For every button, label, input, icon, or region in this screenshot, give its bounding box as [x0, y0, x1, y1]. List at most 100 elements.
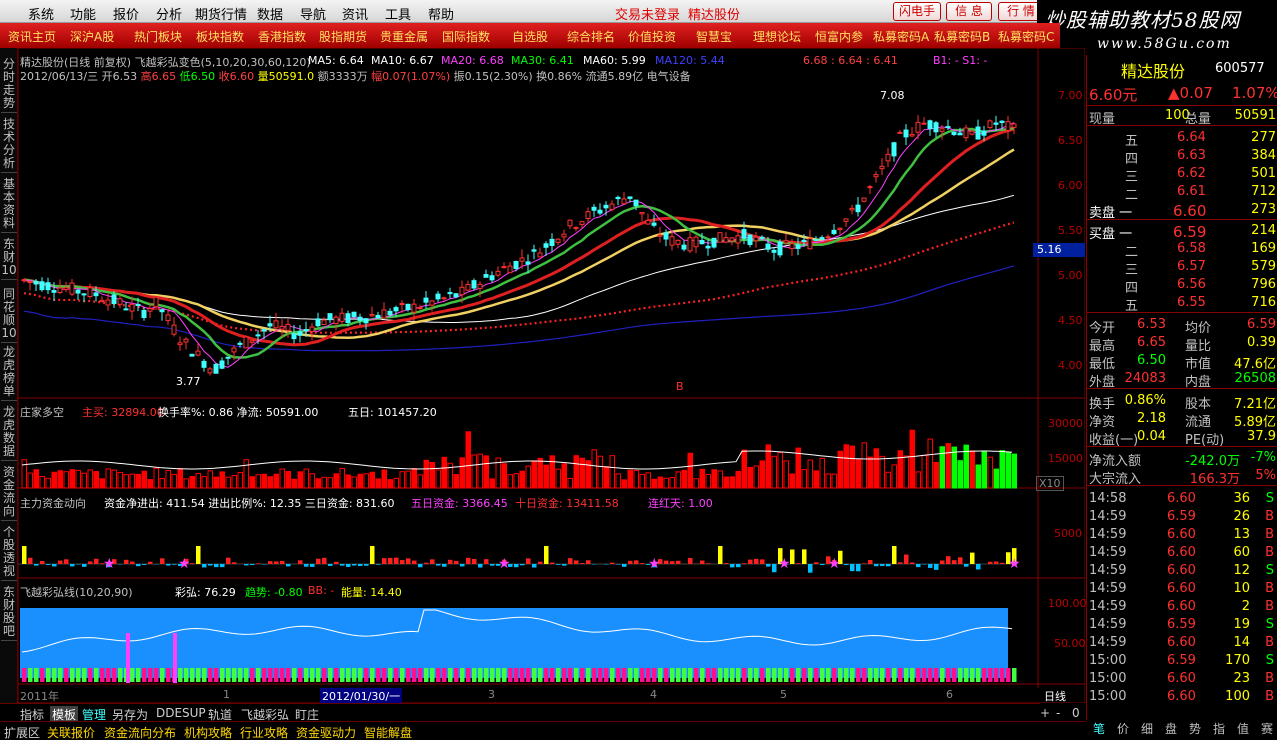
quote-tab[interactable]: 细 [1141, 720, 1153, 737]
tab-stock-view[interactable]: 个股透视 [1, 524, 17, 581]
nav-item[interactable]: 恒富内参 [815, 28, 863, 45]
flow-bar [58, 560, 63, 564]
tab-timeshare[interactable]: 分时走势 [1, 56, 17, 113]
volume-bar [417, 474, 423, 489]
buy-price: 6.58 [1177, 241, 1206, 256]
menu-item-futures[interactable]: 期货行情 [195, 4, 247, 23]
nav-item[interactable]: 私募密码A [873, 28, 929, 45]
zoom-in-button[interactable]: + [1040, 706, 1050, 720]
period-label[interactable]: 日线 [1044, 688, 1066, 704]
nav-item[interactable]: 贵重金属 [380, 28, 428, 45]
zoom-out-button[interactable]: - [1056, 706, 1060, 720]
nav-item[interactable]: 国际指数 [442, 28, 490, 45]
volume-bar [633, 469, 639, 489]
candle-body [879, 165, 885, 170]
candle-body [537, 252, 543, 258]
nav-item[interactable]: 私募密码B [934, 28, 990, 45]
tab-longhu[interactable]: 龙虎榜单 [1, 344, 17, 401]
energy-bar [688, 668, 693, 682]
quote-tab[interactable]: 值 [1237, 720, 1249, 737]
kline-chart-area[interactable]: ★ ★ ★ ★ ★ ★ ★ 精达股份(日线 前复权) 飞越彩弘变色(5,10,20,30,6… [18, 48, 1087, 704]
energy-bar [454, 668, 459, 682]
ext-tab[interactable]: 扩展区 [4, 724, 40, 740]
volume-bar [45, 477, 51, 489]
energy-bar [430, 668, 435, 682]
candle-body [651, 222, 657, 226]
ext-tab[interactable]: 资金流向分布 [104, 724, 176, 740]
nav-item[interactable]: 智慧宝 [696, 28, 732, 45]
flow-bar [250, 564, 255, 566]
tab-forum[interactable]: 东财股吧 [1, 584, 17, 641]
flow-bar [214, 564, 219, 568]
nav-item[interactable]: 综合排名 [567, 28, 615, 45]
volume-bar [645, 472, 651, 489]
info-low: 低6.50 [179, 70, 216, 83]
candle-body [357, 316, 363, 321]
menu-item-analysis[interactable]: 分析 [156, 4, 182, 23]
ext-tab[interactable]: 机构攻略 [184, 724, 232, 740]
ext-tab[interactable]: 资金驱动力 [296, 724, 356, 740]
info-button[interactable]: 信 息 [946, 2, 992, 21]
nav-item[interactable]: 板块指数 [196, 28, 244, 45]
energy-bar [526, 668, 531, 682]
ext-tab[interactable]: 关联报价 [47, 724, 95, 740]
nav-item[interactable]: 股指期货 [319, 28, 367, 45]
menu-item-data[interactable]: 数据 [257, 4, 283, 23]
candle-body [723, 237, 729, 243]
energy-bar [976, 668, 981, 682]
volume-bar [711, 469, 717, 489]
nav-item[interactable]: 理想论坛 [753, 28, 801, 45]
tab-fund-flow[interactable]: 资金流向 [1, 464, 17, 521]
tick-volume: 170 [1225, 653, 1250, 668]
nav-item[interactable]: 热门板块 [134, 28, 182, 45]
nav-item[interactable]: 私募密码C [998, 28, 1054, 45]
volume-bar [651, 478, 657, 489]
btn-sup[interactable]: SUP [182, 706, 206, 720]
zoom-reset-button[interactable]: 0 [1072, 706, 1080, 720]
quote-tab[interactable]: 盘 [1165, 720, 1177, 737]
menu-item-system[interactable]: 系统 [28, 4, 54, 23]
quote-tab[interactable]: 赛 [1261, 720, 1273, 737]
quote-tab[interactable]: 指 [1213, 720, 1225, 737]
menu-item-help[interactable]: 帮助 [428, 4, 454, 23]
quote-tab[interactable]: 势 [1189, 720, 1201, 737]
menu-item-tools[interactable]: 工具 [385, 4, 411, 23]
nav-item[interactable]: 自选股 [512, 28, 548, 45]
sell-level: 四 [1125, 152, 1139, 167]
energy-bar [52, 668, 57, 682]
energy-bar [580, 668, 585, 682]
ma60-label: MA60: 5.99 [583, 54, 646, 67]
flow-bar [40, 561, 45, 564]
tab-fundamental[interactable]: 基本资料 [1, 176, 17, 233]
tab-ths[interactable]: 同花顺10 [1, 286, 17, 343]
flow-bar [610, 562, 615, 564]
quote-tab[interactable]: 价 [1117, 720, 1129, 737]
y-tick: 5.00 [1058, 269, 1083, 282]
nav-item[interactable]: 资讯主页 [8, 28, 56, 45]
quote-tab[interactable]: 笔 [1093, 720, 1105, 737]
energy-bar [862, 668, 867, 682]
candle-body [891, 142, 897, 157]
ext-tab[interactable]: 行业攻略 [240, 724, 288, 740]
nav-item[interactable]: 价值投资 [628, 28, 676, 45]
tick-side: S [1265, 563, 1274, 578]
tab-technical[interactable]: 技术分析 [1, 116, 17, 173]
flow-bar [724, 563, 729, 564]
flow-bar [760, 559, 765, 564]
flash-trade-button[interactable]: 闪电手 [893, 2, 941, 21]
menu-item-function[interactable]: 功能 [70, 4, 96, 23]
panel2-x10[interactable]: X10 [1036, 476, 1064, 491]
btn-dde[interactable]: DDE [156, 706, 182, 720]
tab-eastmoney[interactable]: 东财10 [1, 236, 17, 280]
nav-item[interactable]: 香港指数 [258, 28, 306, 45]
tab-longhu-data[interactable]: 龙虎数据 [1, 404, 17, 461]
volume-bar [483, 455, 489, 489]
energy-bar [598, 668, 603, 682]
menu-item-navigate[interactable]: 导航 [300, 4, 326, 23]
tick-volume: 19 [1233, 617, 1250, 632]
menu-item-news[interactable]: 资讯 [342, 4, 368, 23]
menu-item-quote[interactable]: 报价 [113, 4, 139, 23]
ext-tab[interactable]: 智能解盘 [364, 724, 412, 740]
buy-price: 6.55 [1177, 295, 1206, 310]
nav-item[interactable]: 深沪A股 [70, 28, 114, 45]
